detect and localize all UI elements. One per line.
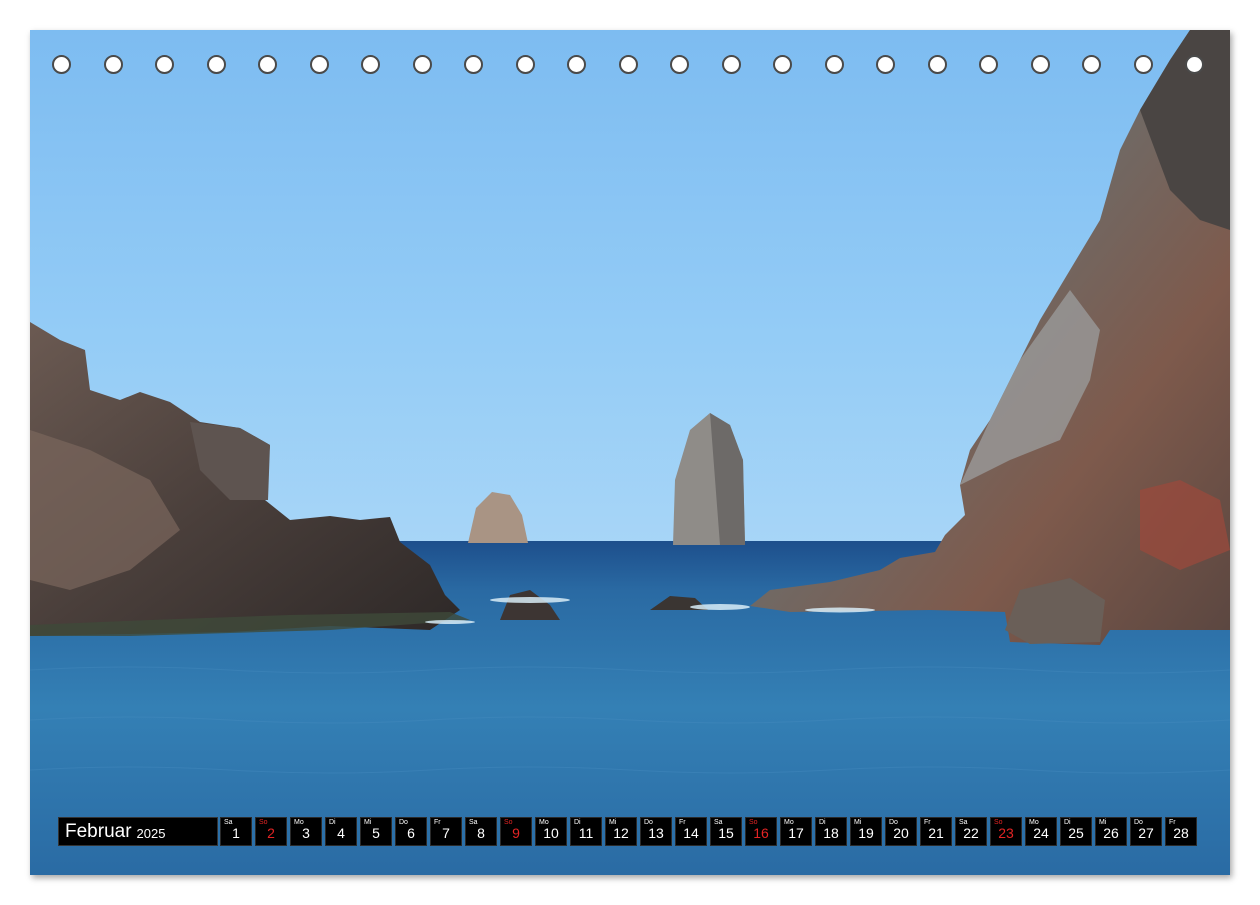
day-cell: Di 18 bbox=[815, 817, 847, 846]
day-cell: Mo 3 bbox=[290, 817, 322, 846]
binding-holes bbox=[30, 30, 1230, 110]
binding-hole bbox=[464, 55, 483, 74]
binding-hole bbox=[927, 55, 947, 74]
day-number: 5 bbox=[372, 825, 380, 841]
day-number: 20 bbox=[893, 825, 909, 841]
calendar-page: Februar 2025 Sa 1 So 2 Mo 3 Di 4 Mi 5 Do 6 Fr 7 Sa 8 So 9… bbox=[30, 30, 1230, 875]
day-number: 28 bbox=[1173, 825, 1189, 841]
day-number: 15 bbox=[718, 825, 734, 841]
day-number: 25 bbox=[1068, 825, 1084, 841]
day-number: 27 bbox=[1138, 825, 1154, 841]
binding-hole bbox=[567, 55, 586, 74]
binding-hole bbox=[1133, 55, 1153, 74]
month-year: 2025 bbox=[136, 826, 166, 841]
binding-hole bbox=[309, 55, 329, 74]
day-number: 24 bbox=[1033, 825, 1049, 841]
coastal-sea-stacks-photo bbox=[30, 30, 1230, 875]
day-number: 13 bbox=[648, 825, 664, 841]
month-name: Februar bbox=[65, 820, 132, 842]
day-cell: Sa 8 bbox=[465, 817, 497, 846]
day-cell: Mi 12 bbox=[605, 817, 637, 846]
day-number: 18 bbox=[823, 825, 839, 841]
binding-hole bbox=[361, 55, 380, 74]
day-cell: So 2 bbox=[255, 817, 287, 846]
binding-hole bbox=[103, 55, 123, 74]
binding-hole bbox=[1030, 55, 1050, 74]
day-cell: Mi 19 bbox=[850, 817, 882, 846]
day-cell: So 16 bbox=[745, 817, 777, 846]
binding-hole bbox=[515, 55, 535, 74]
day-cell: Sa 15 bbox=[710, 817, 742, 846]
day-number: 3 bbox=[302, 825, 310, 841]
binding-hole bbox=[1185, 55, 1204, 74]
day-number: 6 bbox=[407, 825, 415, 841]
day-number: 19 bbox=[858, 825, 874, 841]
day-cell: Fr 14 bbox=[675, 817, 707, 846]
day-cell: Do 20 bbox=[885, 817, 917, 846]
binding-hole bbox=[773, 55, 792, 74]
day-cell: Di 11 bbox=[570, 817, 602, 846]
binding-hole bbox=[206, 55, 226, 74]
binding-hole bbox=[721, 55, 741, 74]
day-number: 26 bbox=[1103, 825, 1119, 841]
day-number: 22 bbox=[963, 825, 979, 841]
day-number: 4 bbox=[337, 825, 345, 841]
day-cell: Mo 10 bbox=[535, 817, 567, 846]
day-number: 16 bbox=[753, 825, 769, 841]
day-number: 17 bbox=[788, 825, 804, 841]
binding-hole bbox=[1082, 55, 1101, 74]
binding-hole bbox=[258, 55, 277, 74]
day-number: 8 bbox=[477, 825, 485, 841]
day-cell: Do 27 bbox=[1130, 817, 1162, 846]
day-number: 12 bbox=[613, 825, 629, 841]
day-cell: Fr 28 bbox=[1165, 817, 1197, 846]
binding-hole bbox=[618, 55, 638, 74]
day-cell: So 23 bbox=[990, 817, 1022, 846]
day-cell: Sa 1 bbox=[220, 817, 252, 846]
day-cell: Do 13 bbox=[640, 817, 672, 846]
day-number: 7 bbox=[442, 825, 450, 841]
day-cell: Fr 7 bbox=[430, 817, 462, 846]
binding-hole bbox=[670, 55, 689, 74]
day-cell: Fr 21 bbox=[920, 817, 952, 846]
binding-hole bbox=[876, 55, 895, 74]
day-cell: Mo 24 bbox=[1025, 817, 1057, 846]
binding-hole bbox=[979, 55, 998, 74]
month-label: Februar 2025 bbox=[58, 817, 218, 846]
day-cells: Sa 1 So 2 Mo 3 Di 4 Mi 5 Do 6 Fr 7 Sa 8 So 9 Mo 10 Di 11 Mi 12 D… bbox=[220, 817, 1197, 848]
binding-hole bbox=[412, 55, 432, 74]
day-number: 21 bbox=[928, 825, 944, 841]
day-cell: Di 25 bbox=[1060, 817, 1092, 846]
binding-hole bbox=[52, 55, 71, 74]
binding-hole bbox=[824, 55, 844, 74]
day-cell: Sa 22 bbox=[955, 817, 987, 846]
day-cell: Mi 26 bbox=[1095, 817, 1127, 846]
day-cell: Mi 5 bbox=[360, 817, 392, 846]
day-cell: Mo 17 bbox=[780, 817, 812, 846]
day-number: 23 bbox=[998, 825, 1014, 841]
day-cell: So 9 bbox=[500, 817, 532, 846]
day-number: 14 bbox=[683, 825, 699, 841]
day-cell: Di 4 bbox=[325, 817, 357, 846]
day-number: 10 bbox=[543, 825, 559, 841]
binding-hole bbox=[155, 55, 174, 74]
day-number: 11 bbox=[578, 825, 594, 841]
day-number: 2 bbox=[267, 825, 275, 841]
month-calendar-strip: Februar 2025 Sa 1 So 2 Mo 3 Di 4 Mi 5 Do 6 Fr 7 Sa 8 So 9… bbox=[58, 817, 1203, 848]
day-number: 9 bbox=[512, 825, 520, 841]
day-cell: Do 6 bbox=[395, 817, 427, 846]
day-number: 1 bbox=[232, 825, 240, 841]
